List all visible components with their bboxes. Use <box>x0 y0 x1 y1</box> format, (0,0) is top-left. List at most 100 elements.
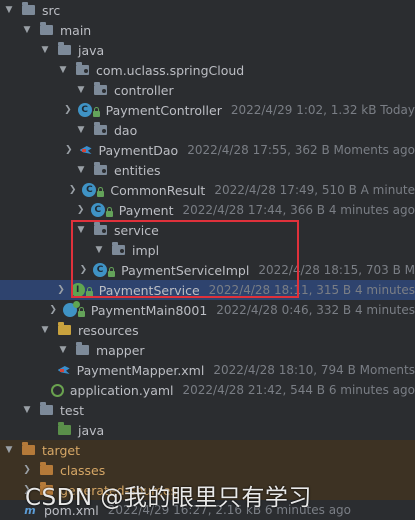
package-icon <box>92 162 108 178</box>
node-label: src <box>42 2 61 18</box>
node-label: java <box>78 422 105 438</box>
node-label: entities <box>114 162 161 178</box>
class-icon: C <box>93 262 116 278</box>
chevron-down-icon[interactable]: ▼ <box>22 20 32 40</box>
node-label: PaymentService <box>98 282 200 298</box>
tree-node-common-result[interactable]: ❯ C CommonResult 2022/4/28 17:49, 510 B … <box>0 180 415 200</box>
tree-node-main[interactable]: ▼ main <box>0 20 415 40</box>
chevron-down-icon[interactable]: ▼ <box>76 220 86 240</box>
yaml-file-icon <box>50 382 64 398</box>
folder-icon <box>38 22 54 38</box>
node-label: PaymentMain8001 <box>90 302 208 318</box>
chevron-right-icon[interactable]: ❯ <box>77 200 85 220</box>
tree-node-test[interactable]: ▼ test <box>0 400 415 420</box>
node-label: PaymentMapper.xml <box>76 362 205 378</box>
node-label: classes <box>60 462 106 478</box>
node-label: dao <box>114 122 138 138</box>
chevron-right-icon[interactable]: ❯ <box>80 260 88 280</box>
mybatis-icon <box>79 142 93 158</box>
package-icon <box>92 82 108 98</box>
node-meta: 2022/4/28 17:55, 362 B Moments ago <box>187 143 415 157</box>
node-label: Payment <box>118 202 174 218</box>
node-meta: 2022/4/28 18:15, 703 B M <box>258 263 415 277</box>
tree-node-classes[interactable]: ❯ classes <box>0 460 415 480</box>
node-label: CommonResult <box>110 182 206 198</box>
tree-node-package[interactable]: ▼ com.uclass.springCloud <box>0 60 415 80</box>
package-icon <box>92 222 108 238</box>
tree-node-mapper[interactable]: ▼ mapper <box>0 340 415 360</box>
watermark: CSDN @我的眼里只有学习 <box>25 485 312 511</box>
chevron-down-icon[interactable]: ▼ <box>58 60 68 80</box>
node-label: target <box>42 442 81 458</box>
node-label: main <box>60 22 92 38</box>
package-icon <box>110 242 126 258</box>
tree-node-entities[interactable]: ▼ entities <box>0 160 415 180</box>
mybatis-icon <box>57 362 71 378</box>
tree-node-payment-main[interactable]: ❯ PaymentMain8001 2022/4/28 0:46, 332 B … <box>0 300 415 320</box>
tree-node-service[interactable]: ▼ service <box>0 220 415 240</box>
tree-node-dao[interactable]: ▼ dao <box>0 120 415 140</box>
chevron-right-icon[interactable]: ❯ <box>22 460 32 480</box>
node-label: mapper <box>96 342 145 358</box>
chevron-right-icon[interactable]: ❯ <box>49 300 57 320</box>
tree-node-payment-dao[interactable]: ❯ PaymentDao 2022/4/28 17:55, 362 B Mome… <box>0 140 415 160</box>
chevron-down-icon[interactable]: ▼ <box>76 160 86 180</box>
tree-node-test-java[interactable]: java <box>0 420 415 440</box>
node-label: service <box>114 222 159 238</box>
node-label: application.yaml <box>69 382 174 398</box>
node-label: java <box>78 42 105 58</box>
chevron-down-icon[interactable]: ▼ <box>40 40 50 60</box>
node-meta: 2022/4/28 18:11, 315 B 4 minutes <box>208 283 415 297</box>
chevron-down-icon[interactable]: ▼ <box>4 0 14 20</box>
node-label: PaymentController <box>105 102 222 118</box>
tree-node-payment[interactable]: ❯ C Payment 2022/4/28 17:44, 366 B 4 min… <box>0 200 415 220</box>
folder-icon <box>74 342 90 358</box>
chevron-down-icon[interactable]: ▼ <box>4 440 14 460</box>
node-label: resources <box>78 322 139 338</box>
node-label: test <box>60 402 85 418</box>
tree-node-src[interactable]: ▼ src <box>0 0 415 20</box>
tree-node-payment-controller[interactable]: ❯ C PaymentController 2022/4/29 1:02, 1.… <box>0 100 415 120</box>
tree-node-target[interactable]: ▼ target <box>0 440 415 460</box>
tree-node-payment-service-impl[interactable]: ❯ C PaymentServiceImpl 2022/4/28 18:15, … <box>0 260 415 280</box>
node-label: impl <box>132 242 160 258</box>
node-meta: 2022/4/28 17:44, 366 B 4 minutes ago <box>182 203 415 217</box>
tree-node-payment-mapper-xml[interactable]: PaymentMapper.xml 2022/4/28 18:10, 794 B… <box>0 360 415 380</box>
tree-node-controller[interactable]: ▼ controller <box>0 80 415 100</box>
node-meta: 2022/4/29 1:02, 1.32 kB Today <box>230 103 415 117</box>
tree-node-payment-service[interactable]: ❯ I PaymentService 2022/4/28 18:11, 315 … <box>0 280 415 300</box>
chevron-down-icon[interactable]: ▼ <box>22 400 32 420</box>
folder-icon <box>20 442 36 458</box>
chevron-down-icon[interactable]: ▼ <box>58 340 68 360</box>
chevron-right-icon[interactable]: ❯ <box>64 100 72 120</box>
interface-icon: I <box>70 282 93 298</box>
chevron-down-icon[interactable]: ▼ <box>76 120 86 140</box>
tree-node-java[interactable]: ▼ java <box>0 40 415 60</box>
node-meta: 2022/4/28 0:46, 332 B 4 minutes <box>216 303 415 317</box>
class-icon: C <box>77 102 100 118</box>
tree-node-resources[interactable]: ▼ resources <box>0 320 415 340</box>
chevron-right-icon[interactable]: ❯ <box>57 280 65 300</box>
folder-icon <box>56 422 72 438</box>
chevron-down-icon[interactable]: ▼ <box>76 80 86 100</box>
folder-icon <box>38 462 54 478</box>
node-label: PaymentServiceImpl <box>121 262 250 278</box>
package-icon <box>92 122 108 138</box>
node-label: com.uclass.springCloud <box>96 62 245 78</box>
chevron-right-icon[interactable]: ❯ <box>69 180 77 200</box>
class-icon: C <box>90 202 113 218</box>
package-icon <box>74 62 90 78</box>
node-meta: 2022/4/28 17:49, 510 B A minute <box>214 183 415 197</box>
tree-node-application-yaml[interactable]: application.yaml 2022/4/28 21:42, 544 B … <box>0 380 415 400</box>
folder-icon <box>56 42 72 58</box>
tree-node-impl[interactable]: ▼ impl <box>0 240 415 260</box>
chevron-down-icon[interactable]: ▼ <box>40 320 50 340</box>
folder-icon <box>56 322 72 338</box>
node-meta: 2022/4/28 18:10, 794 B Moments <box>213 363 415 377</box>
chevron-right-icon[interactable]: ❯ <box>65 140 73 160</box>
chevron-down-icon[interactable]: ▼ <box>94 240 104 260</box>
folder-icon <box>20 2 36 18</box>
spring-boot-class-icon <box>62 301 85 318</box>
node-meta: 2022/4/28 21:42, 544 B 6 minutes ago <box>182 383 415 397</box>
node-label: controller <box>114 82 174 98</box>
